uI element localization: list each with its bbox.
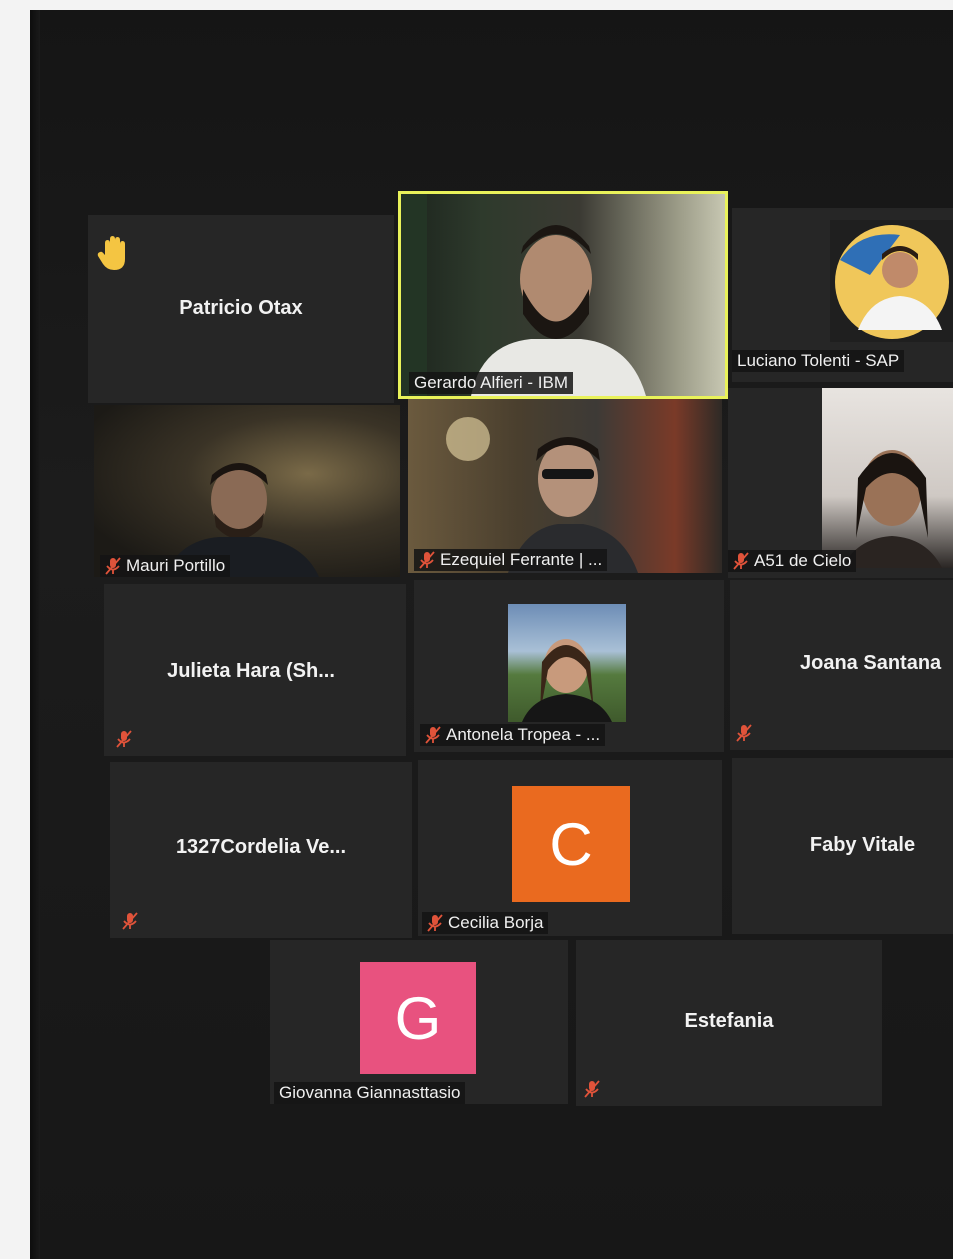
muted-mic-icon [584, 1080, 600, 1098]
video-feed [94, 405, 400, 577]
tile-a51-de-cielo[interactable]: A51 de Cielo [728, 388, 953, 578]
profile-photo [508, 604, 626, 722]
participant-name: Faby Vitale [809, 834, 916, 856]
participant-name: A51 de Cielo [754, 551, 852, 570]
tile-ezequiel-ferrante[interactable]: Ezequiel Ferrante | ... [408, 399, 722, 573]
person-silhouette [522, 639, 612, 722]
participant-name: Patricio Otax [179, 297, 303, 319]
participant-name-label: Mauri Portillo [100, 555, 231, 577]
muted-mic-icon [733, 552, 749, 570]
participant-name: Mauri Portillo [126, 556, 226, 575]
tile-estefania[interactable]: Estefania [576, 940, 882, 1106]
video-feed [408, 399, 722, 573]
avatar: G [360, 962, 476, 1074]
participant-name: Julieta Hara (Sh... [167, 660, 335, 682]
video-gallery: Patricio Otax Gerardo Alfieri - IBM Luci… [30, 10, 953, 1259]
tile-cordelia[interactable]: 1327Cordelia Ve... [110, 762, 412, 938]
person-silhouette [401, 194, 646, 396]
participant-name: Luciano Tolenti - SAP [737, 351, 900, 370]
participant-name: Estefania [684, 1010, 774, 1032]
participant-name-label: Antonela Tropea - ... [420, 724, 606, 746]
video-feed [822, 388, 953, 568]
participant-name: 1327Cordelia Ve... [175, 836, 347, 858]
participant-name: Joana Santana [800, 652, 942, 674]
participant-name: Ezequiel Ferrante | ... [440, 550, 603, 569]
muted-mic-icon [116, 730, 132, 748]
tile-patricio-otax[interactable]: Patricio Otax [88, 215, 394, 403]
tile-luciano-tolenti[interactable]: Luciano Tolenti - SAP [732, 208, 953, 382]
muted-mic-icon [122, 912, 138, 930]
tile-mauri-portillo[interactable]: Mauri Portillo [94, 405, 400, 577]
muted-mic-icon [105, 557, 121, 575]
tile-antonela-tropea[interactable]: Antonela Tropea - ... [414, 580, 724, 752]
tile-gerardo-alfieri[interactable]: Gerardo Alfieri - IBM [398, 191, 728, 399]
participant-name: Giovanna Giannasttasio [279, 1083, 461, 1102]
participant-name: Gerardo Alfieri - IBM [414, 373, 568, 392]
participant-name: Antonela Tropea - ... [446, 725, 601, 744]
muted-mic-icon [425, 726, 441, 744]
person-silhouette [164, 463, 319, 577]
muted-mic-icon [736, 724, 752, 742]
participant-name-label: Cecilia Borja [422, 912, 549, 934]
participant-name-label: A51 de Cielo [728, 550, 857, 572]
person-silhouette [446, 417, 638, 573]
tile-cecilia-borja[interactable]: C Cecilia Borja [418, 760, 722, 936]
muted-mic-icon [427, 914, 443, 932]
participant-name-label: Gerardo Alfieri - IBM [409, 372, 573, 394]
person-silhouette [842, 450, 942, 568]
screen-bezel [30, 10, 40, 1259]
profile-photo [830, 220, 953, 342]
raise-hand-icon [97, 236, 125, 270]
tile-julieta-hara[interactable]: Julieta Hara (Sh... [104, 584, 406, 756]
tile-giovanna-giannasttasio[interactable]: G Giovanna Giannasttasio [270, 940, 568, 1104]
participant-name-label: Luciano Tolenti - SAP [732, 350, 905, 372]
participant-name: Cecilia Borja [448, 913, 544, 932]
participant-name-label: Giovanna Giannasttasio [274, 1082, 466, 1104]
muted-mic-icon [419, 551, 435, 569]
video-feed [401, 194, 725, 396]
tile-joana-santana[interactable]: Joana Santana [730, 580, 953, 750]
participant-name-label: Ezequiel Ferrante | ... [414, 549, 608, 571]
tile-faby-vitale[interactable]: Faby Vitale [732, 758, 953, 934]
avatar: C [512, 786, 630, 902]
